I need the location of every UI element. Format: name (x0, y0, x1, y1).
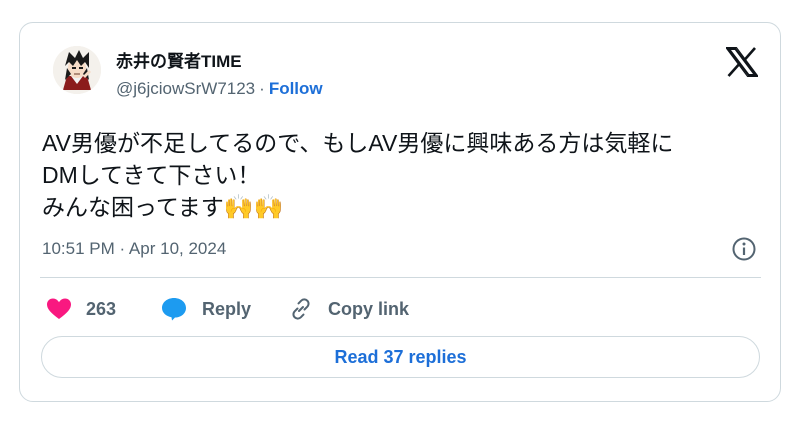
tweet-timestamp[interactable]: 10:51 PM · Apr 10, 2024 (42, 239, 226, 259)
tweet-text: AV男優が不足してるので、もしAV男優に興味ある方は気軽に DMしてきて下さい！ み… (42, 127, 767, 223)
anime-character-avatar-icon (53, 46, 101, 94)
copy-link-button[interactable]: Copy link (288, 295, 409, 323)
author-handle-row: @j6jciowSrW7123 · Follow (116, 79, 323, 99)
read-replies-button[interactable]: Read 37 replies (41, 336, 760, 378)
divider (40, 277, 761, 278)
reply-label: Reply (202, 298, 252, 319)
tweet-text-line-1: AV男優が不足してるので、もしAV男優に興味ある方は気軽に (42, 130, 674, 156)
copy-link-label: Copy link (328, 298, 410, 319)
follow-link[interactable]: Follow (269, 79, 323, 98)
info-icon[interactable] (731, 236, 757, 262)
heart-icon (47, 298, 71, 319)
author-handle[interactable]: @j6jciowSrW7123 (116, 79, 255, 98)
tweet-text-line-3: みんな困ってます (42, 194, 224, 220)
raising-hands-emoji: 🙌🙌 (223, 193, 284, 221)
tweet-card: 赤井の賢者TIME @j6jciowSrW7123 · Follow AV男優が不足… (19, 22, 781, 402)
like-count: 263 (86, 298, 117, 319)
like-button[interactable]: 263 (46, 295, 116, 323)
read-replies-label: Read 37 replies (334, 346, 467, 367)
author-display-name[interactable]: 赤井の賢者TIME (116, 47, 242, 72)
tweet-text-line-2: DMしてきて下さい！ (42, 162, 261, 188)
link-icon (292, 298, 310, 320)
separator: · (259, 79, 265, 98)
x-logo-icon[interactable] (726, 47, 758, 77)
avatar[interactable] (53, 46, 101, 94)
reply-bubble-icon (162, 298, 186, 321)
reply-button[interactable]: Reply (160, 295, 251, 323)
